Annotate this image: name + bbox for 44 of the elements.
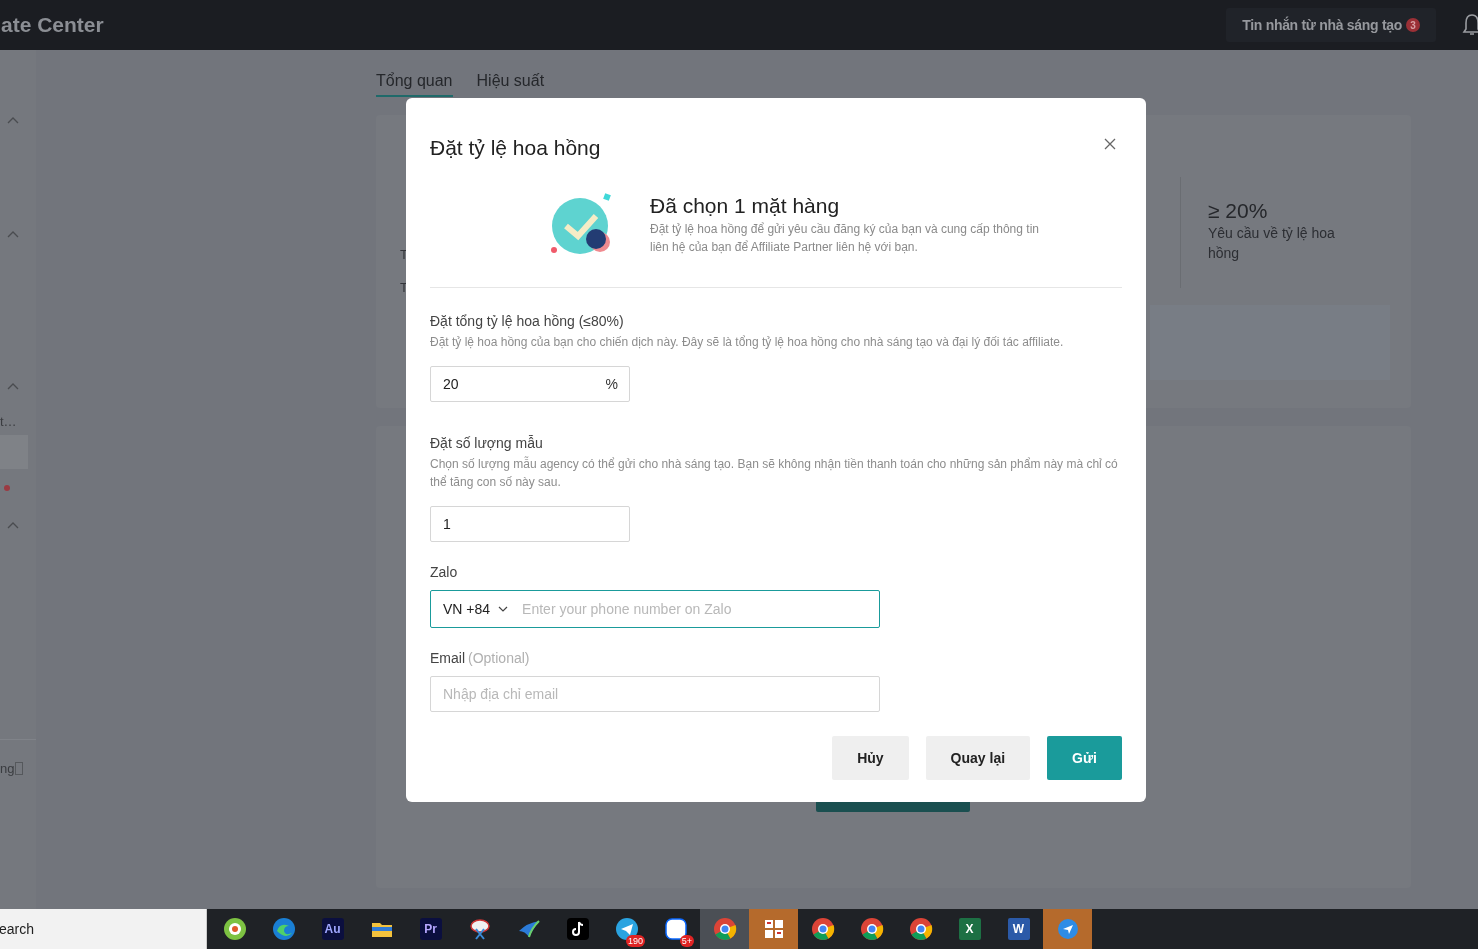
dialog-button[interactable]: Quay lại: [925, 736, 1031, 780]
field-label: Email: [430, 650, 465, 666]
app-icon[interactable]: [222, 917, 247, 941]
email-input[interactable]: Nhập địa chỉ email: [430, 676, 880, 712]
messages-button[interactable]: Tin nhắn từ nhà sáng tạo 3: [1226, 8, 1436, 42]
country-code-dropdown[interactable]: VN +84: [443, 601, 509, 617]
status-dot-icon: [4, 485, 10, 491]
music-note-icon[interactable]: [565, 917, 590, 941]
chrome-icon[interactable]: [908, 917, 933, 941]
field-hint: Chọn số lượng mẫu agency có thể gửi cho nhà sáng tạo. Bạn sẽ không nhận tiền thanh toán cho những sản phẩm này mà chỉ có thể tăng con số này sau.: [430, 455, 1119, 491]
percent-suffix: %: [605, 376, 618, 392]
scissors-icon[interactable]: [467, 917, 492, 941]
optional-note: (Optional): [468, 650, 530, 666]
chrome-icon[interactable]: [712, 917, 737, 941]
search-field[interactable]: earch: [0, 909, 207, 949]
field-hint: Đặt tỷ lệ hoa hồng của bạn cho chiến dịch này. Đây sẽ là tổng tỷ lệ hoa hồng cho nhà sáng tạo và đại lý đối tác affiliate.: [430, 334, 1065, 351]
count-badge: 5+: [679, 935, 694, 947]
count-badge: 3: [1406, 18, 1420, 32]
app-title: ate Center: [1, 13, 104, 37]
summary-text: Đặt tỷ lệ hoa hồng để gửi yêu cầu đăng ký của bạn và cung cấp thông tin liên hệ của bạn để Affiliate Partner liên hệ với bạn.: [650, 221, 1040, 256]
chrome-icon[interactable]: [810, 917, 835, 941]
bell-icon[interactable]: [1462, 13, 1478, 37]
dialog-button[interactable]: Hủy: [832, 736, 909, 780]
app-icon[interactable]: X: [958, 918, 981, 940]
field-label: Đặt số lượng mẫu: [430, 435, 544, 451]
phone-field[interactable]: VN +84 Enter your phone number on Zalo: [430, 590, 880, 628]
browser-icon[interactable]: [271, 917, 296, 941]
caret-icon: [498, 606, 509, 612]
app-icon[interactable]: W: [1007, 918, 1030, 940]
sample-quantity-input[interactable]: 1: [430, 506, 630, 542]
phone-input[interactable]: Enter your phone number on Zalo: [522, 601, 843, 617]
chrome-icon[interactable]: [859, 917, 884, 941]
field-label: Zalo: [430, 564, 458, 580]
stat-value: ≥ 20%: [1208, 199, 1269, 223]
summary-title: Đã chọn 1 mặt hàng: [650, 194, 841, 218]
box-icon: [15, 762, 24, 775]
dialog-title: Đặt tỷ lệ hoa hồng: [430, 136, 601, 160]
app-icon[interactable]: Pr: [419, 918, 442, 940]
stat-label: Yêu cầu về tỷ lệ hoa hồng: [1208, 224, 1336, 263]
checkmark-illustration: [550, 192, 614, 256]
count-badge: 190: [625, 935, 645, 947]
close-icon[interactable]: [1104, 138, 1116, 150]
app-icon[interactable]: Au: [321, 918, 344, 940]
field-label: Đặt tổng tỷ lệ hoa hồng (≤80%): [430, 313, 625, 329]
